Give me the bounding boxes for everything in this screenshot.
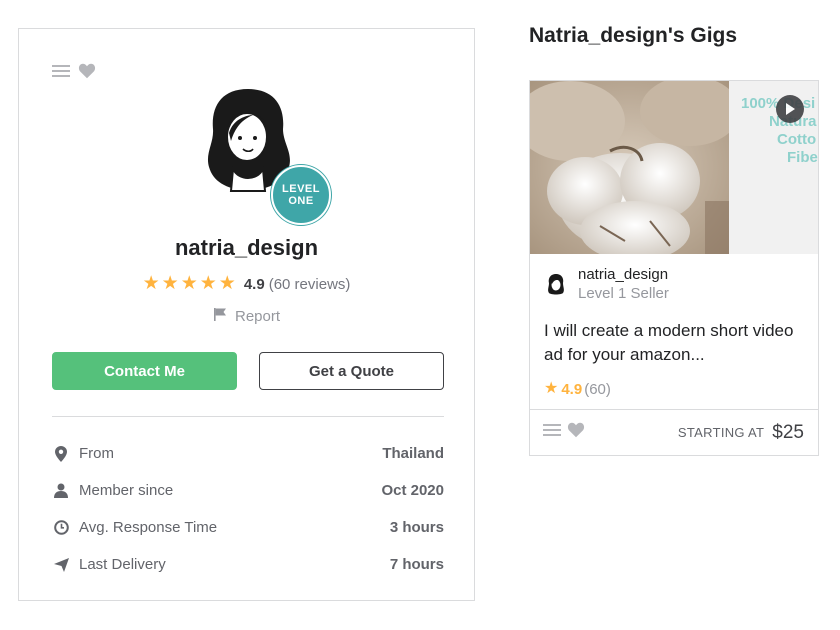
seller-profile-card: LEVEL ONE natria_design ★ ★ ★ ★ ★ 4.9 (6… (18, 28, 475, 601)
star-icon: ★ (180, 273, 198, 294)
username[interactable]: natria_design (19, 235, 474, 261)
heart-icon[interactable] (567, 422, 585, 443)
gig-rating: ★ 4.9 (60) (544, 379, 611, 399)
location-pin-icon (52, 445, 70, 463)
get-a-quote-button[interactable]: Get a Quote (259, 352, 444, 390)
gig-price[interactable]: $25 (772, 422, 804, 444)
gig-rating-count: (60) (584, 380, 611, 398)
clock-icon (52, 519, 70, 537)
stat-row-last-delivery: Last Delivery 7 hours (52, 546, 444, 583)
play-icon[interactable] (776, 95, 804, 123)
paper-plane-icon (52, 556, 70, 574)
banner-line: Cotto (777, 131, 817, 148)
stat-label: Avg. Response Time (79, 519, 218, 536)
stat-value: Thailand (382, 445, 444, 462)
seller-avatar (548, 274, 564, 295)
user-icon (52, 482, 70, 500)
stat-label: From (79, 445, 114, 462)
stat-label: Last Delivery (79, 556, 166, 573)
star-icon: ★ (544, 380, 559, 397)
banner-line: Fibe (787, 149, 818, 166)
seller-stats: From Thailand Member since Oct 2020 Avg.… (52, 435, 444, 583)
level-badge-line1: LEVEL (282, 183, 320, 195)
report-label: Report (234, 307, 281, 325)
review-count[interactable]: (60 reviews) (269, 276, 351, 293)
stat-label: Member since (79, 482, 174, 499)
cotton-photo (530, 81, 729, 254)
gig-seller[interactable]: natria_design Level 1 Seller (544, 266, 669, 304)
report-link[interactable]: Report (19, 307, 474, 325)
starting-at-label: STARTING AT (677, 425, 765, 440)
list-icon[interactable] (52, 63, 70, 84)
heart-icon[interactable] (78, 63, 96, 84)
gig-title-link[interactable]: I will create a modern short video ad fo… (544, 319, 806, 367)
list-icon[interactable] (543, 422, 561, 443)
gig-rating-score: 4.9 (561, 380, 583, 398)
divider (52, 416, 444, 417)
stat-row-response-time: Avg. Response Time 3 hours (52, 509, 444, 546)
stat-value: 7 hours (389, 556, 444, 573)
flag-icon (213, 307, 227, 325)
star-rating: ★ ★ ★ ★ ★ (143, 274, 236, 294)
stat-row-from: From Thailand (52, 435, 444, 472)
contact-me-button[interactable]: Contact Me (52, 352, 237, 390)
gig-banner: 100% Desi Natura Cotto Fibe (729, 81, 818, 254)
star-icon: ★ (199, 273, 217, 294)
level-badge-line2: ONE (288, 195, 314, 207)
star-icon: ★ (218, 273, 236, 294)
seller-level: Level 1 Seller (578, 285, 669, 302)
level-badge: LEVEL ONE (271, 165, 331, 225)
stat-row-member-since: Member since Oct 2020 (52, 472, 444, 509)
rating-row: ★ ★ ★ ★ ★ 4.9 (60 reviews) (19, 274, 474, 294)
star-icon: ★ (161, 273, 179, 294)
stat-value: Oct 2020 (381, 482, 444, 499)
star-icon: ★ (142, 273, 160, 294)
gig-card[interactable]: 100% Desi Natura Cotto Fibe natria_desig… (529, 80, 819, 456)
gig-thumbnail[interactable]: 100% Desi Natura Cotto Fibe (530, 81, 818, 254)
rating-score: 4.9 (243, 275, 265, 293)
stat-value: 3 hours (389, 519, 444, 536)
gig-footer-actions (543, 422, 678, 443)
card-actions (52, 63, 96, 84)
gigs-section-title: Natria_design's Gigs (529, 24, 738, 47)
gig-footer: STARTING AT $25 (530, 409, 818, 455)
seller-name[interactable]: natria_design (578, 266, 669, 284)
